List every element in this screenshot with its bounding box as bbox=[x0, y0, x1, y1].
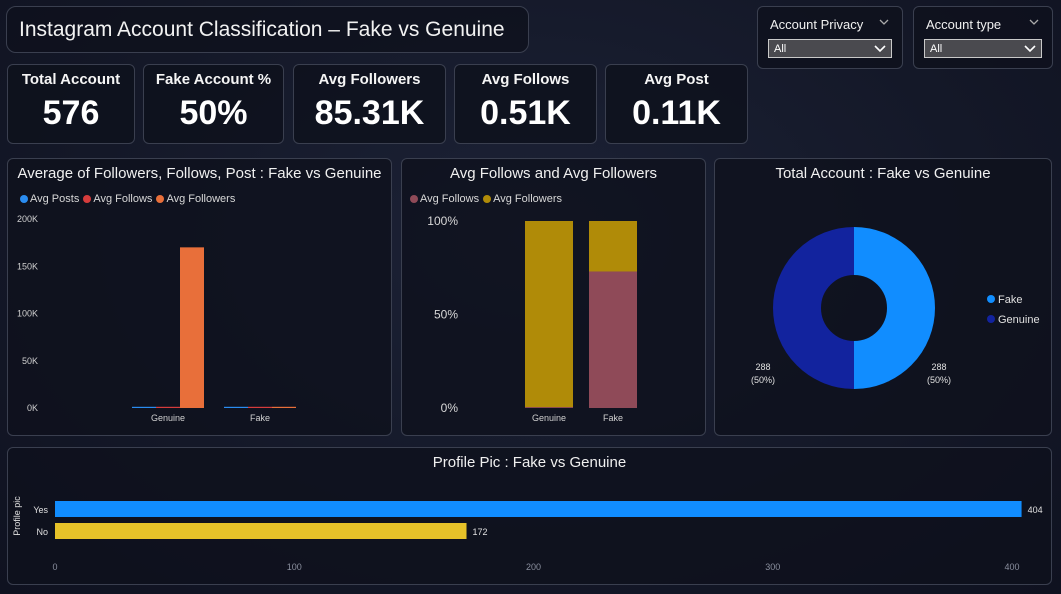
y-tick-label: 100% bbox=[427, 214, 458, 228]
x-tick-label: 0 bbox=[52, 562, 57, 572]
x-tick-label: Genuine bbox=[151, 413, 185, 423]
y-tick-label: Yes bbox=[33, 505, 48, 515]
kpi-total-account: Total Account 576 bbox=[7, 64, 135, 144]
bar-avg-follows bbox=[525, 407, 573, 408]
y-tick-label: No bbox=[36, 527, 48, 537]
chart-follows-followers-panel[interactable]: Avg Follows and Avg Followers Avg Follow… bbox=[401, 158, 706, 436]
page-title: Instagram Account Classification – Fake … bbox=[19, 17, 505, 41]
account-type-slicer[interactable]: Account type All bbox=[913, 6, 1053, 69]
donut-chart[interactable]: 288 (50%) 288 (50%) Fake Genuine bbox=[715, 159, 1051, 435]
chart-profile-pic-panel[interactable]: Profile Pic : Fake vs Genuine Yes 404 No 17… bbox=[7, 447, 1052, 585]
bar-no bbox=[55, 523, 467, 539]
kpi-label: Fake Account % bbox=[155, 71, 272, 88]
chevron-down-icon[interactable] bbox=[1028, 16, 1040, 28]
account-privacy-dropdown[interactable]: All bbox=[768, 39, 892, 58]
bar-chart-avg-metrics[interactable]: 0K 50K 100K 150K 200K Genuine Fake bbox=[8, 159, 391, 435]
kpi-label: Total Account bbox=[21, 71, 121, 88]
legend-label: Fake bbox=[998, 294, 1022, 306]
donut-slice-genuine bbox=[773, 227, 856, 389]
bar-avg-follows bbox=[156, 406, 180, 408]
donut-slice-fake bbox=[852, 227, 935, 389]
dropdown-arrow-icon bbox=[1024, 45, 1036, 53]
dashboard-title-box: Instagram Account Classification – Fake … bbox=[6, 6, 529, 53]
account-type-value: All bbox=[930, 42, 943, 55]
x-tick-label: 300 bbox=[765, 562, 780, 572]
chevron-down-icon[interactable] bbox=[878, 16, 890, 28]
y-axis-label: Profile pic bbox=[12, 496, 22, 536]
x-tick-label: Fake bbox=[603, 413, 623, 423]
bar-avg-follows bbox=[248, 406, 272, 408]
bar-avg-follows bbox=[589, 271, 637, 408]
y-tick-label: 150K bbox=[17, 261, 38, 271]
donut-data-label-percent: (50%) bbox=[751, 375, 775, 385]
bar-avg-posts bbox=[224, 406, 248, 408]
kpi-label: Avg Follows bbox=[481, 71, 570, 88]
stacked-bar-chart[interactable]: 0% 50% 100% Genuine Fake bbox=[402, 159, 705, 435]
y-tick-label: 200K bbox=[17, 214, 38, 224]
bar-value-label: 172 bbox=[473, 527, 488, 537]
bar-avg-posts bbox=[132, 406, 156, 408]
chart-total-account-panel[interactable]: Total Account : Fake vs Genuine 288 (50%)… bbox=[714, 158, 1052, 436]
bar-value-label: 404 bbox=[1028, 505, 1043, 515]
donut-data-label: 288 bbox=[755, 362, 770, 372]
legend-label: Genuine bbox=[998, 314, 1040, 326]
x-tick-label: 100 bbox=[287, 562, 302, 572]
account-privacy-value: All bbox=[774, 42, 787, 55]
kpi-fake-account-percent: Fake Account % 50% bbox=[143, 64, 284, 144]
kpi-value: 85.31K bbox=[314, 94, 425, 132]
kpi-avg-follows: Avg Follows 0.51K bbox=[454, 64, 597, 144]
kpi-avg-post: Avg Post 0.11K bbox=[605, 64, 748, 144]
chart-avg-metrics-panel[interactable]: Average of Followers, Follows, Post : Fa… bbox=[7, 158, 392, 436]
kpi-avg-followers: Avg Followers 85.31K bbox=[293, 64, 446, 144]
kpi-label: Avg Followers bbox=[318, 71, 421, 88]
y-tick-label: 50% bbox=[434, 308, 458, 322]
legend-dot-genuine bbox=[987, 315, 995, 323]
donut-data-label: 288 bbox=[931, 362, 946, 372]
kpi-label: Avg Post bbox=[644, 71, 709, 88]
kpi-value: 0.11K bbox=[632, 94, 721, 132]
kpi-value: 576 bbox=[42, 94, 100, 132]
bar-yes bbox=[55, 501, 1022, 517]
x-tick-label: 200 bbox=[526, 562, 541, 572]
legend-dot-fake bbox=[987, 295, 995, 303]
account-privacy-label: Account Privacy bbox=[770, 17, 864, 32]
bar-avg-followers bbox=[272, 406, 296, 408]
account-type-label: Account type bbox=[926, 17, 1002, 32]
account-type-dropdown[interactable]: All bbox=[924, 39, 1042, 58]
bar-avg-followers bbox=[525, 221, 573, 408]
x-tick-label: 400 bbox=[1004, 562, 1019, 572]
kpi-value: 50% bbox=[179, 94, 248, 132]
y-tick-label: 0% bbox=[441, 401, 459, 415]
account-privacy-slicer[interactable]: Account Privacy All bbox=[757, 6, 903, 69]
x-tick-label: Genuine bbox=[532, 413, 566, 423]
dropdown-arrow-icon bbox=[874, 45, 886, 53]
kpi-value: 0.51K bbox=[480, 94, 571, 132]
bar-avg-followers bbox=[180, 247, 204, 408]
donut-data-label-percent: (50%) bbox=[927, 375, 951, 385]
y-tick-label: 0K bbox=[27, 403, 38, 413]
bar-avg-followers bbox=[589, 221, 637, 272]
horizontal-bar-chart[interactable]: Yes 404 No 172 0 100 200 300 400 Profile pic bbox=[8, 448, 1051, 584]
y-tick-label: 100K bbox=[17, 309, 38, 319]
x-tick-label: Fake bbox=[250, 413, 270, 423]
y-tick-label: 50K bbox=[22, 356, 38, 366]
